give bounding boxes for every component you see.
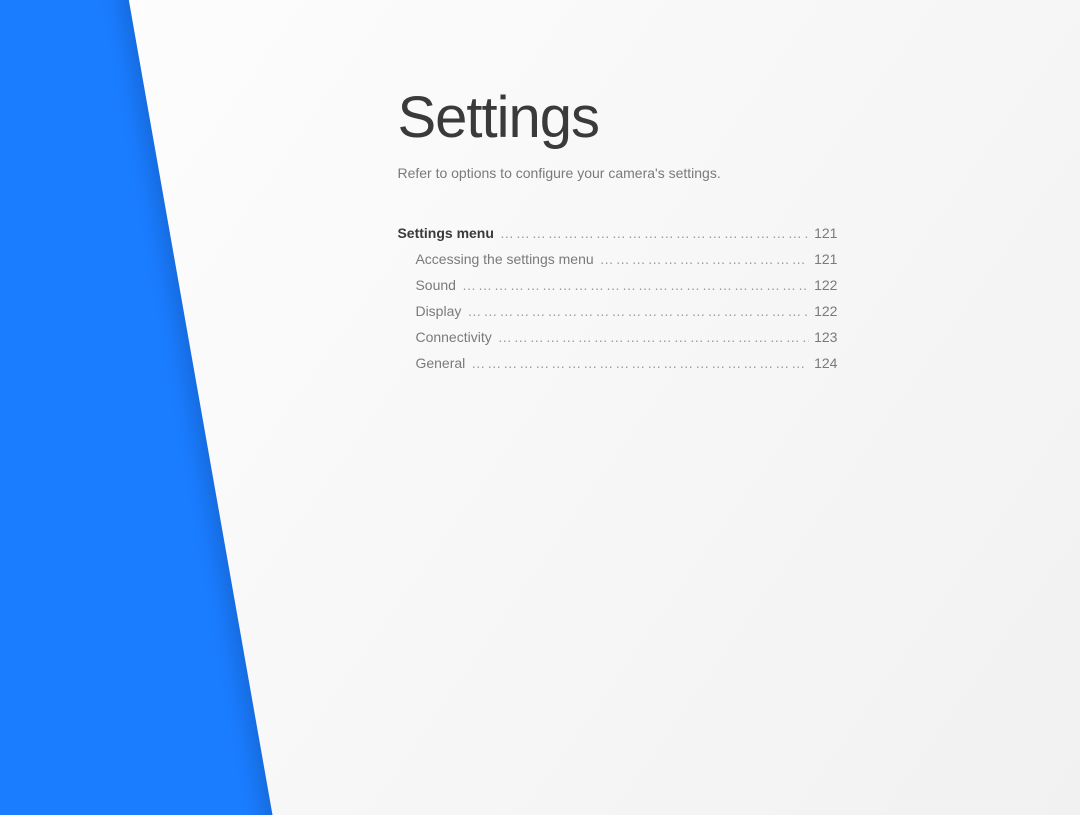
page-content: Settings Refer to options to configure y… — [397, 84, 877, 381]
viewport: Settings Refer to options to configure y… — [0, 0, 1080, 815]
toc-leader — [500, 225, 808, 241]
page-subtitle: Refer to options to configure your camer… — [397, 165, 877, 181]
toc-leader — [462, 277, 808, 293]
toc-item-page: 124 — [808, 355, 837, 371]
toc-section-row: Settings menu 121 — [397, 225, 837, 241]
page-title: Settings — [397, 84, 877, 151]
table-of-contents: Settings menu 121 Accessing the settings… — [397, 225, 837, 371]
toc-item-page: 123 — [808, 329, 837, 345]
toc-section-label: Settings menu — [397, 225, 499, 241]
toc-section-page: 121 — [808, 225, 837, 241]
toc-item-page: 122 — [808, 277, 837, 293]
toc-leader — [498, 329, 808, 345]
document-page: Settings Refer to options to configure y… — [120, 0, 1080, 815]
toc-leader — [471, 355, 808, 371]
toc-item-row: Connectivity 123 — [397, 329, 837, 345]
toc-item-row: Sound 122 — [397, 277, 837, 293]
toc-item-label: General — [397, 355, 471, 371]
toc-item-row: Display 122 — [397, 303, 837, 319]
toc-item-label: Accessing the settings menu — [397, 251, 599, 267]
toc-item-label: Sound — [397, 277, 461, 293]
toc-leader — [600, 251, 808, 267]
toc-leader — [467, 303, 808, 319]
toc-item-page: 121 — [808, 251, 837, 267]
toc-item-label: Connectivity — [397, 329, 497, 345]
toc-item-label: Display — [397, 303, 467, 319]
toc-item-row: Accessing the settings menu 121 — [397, 251, 837, 267]
toc-item-page: 122 — [808, 303, 837, 319]
toc-item-row: General 124 — [397, 355, 837, 371]
